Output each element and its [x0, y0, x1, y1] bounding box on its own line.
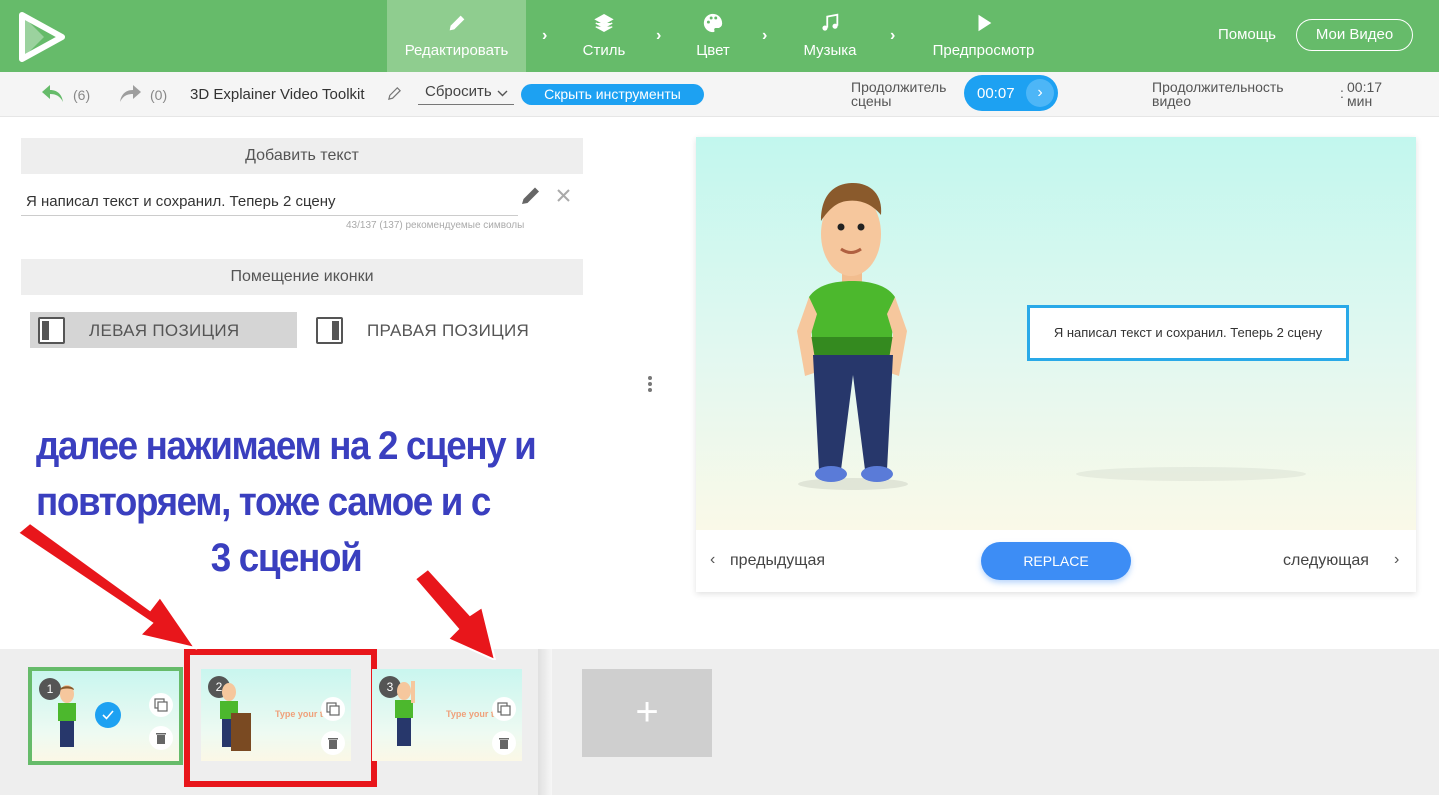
redo-count: (0)	[150, 87, 168, 103]
chevron-right-icon: ›	[890, 27, 896, 44]
hide-tools-button[interactable]: Скрыть инструменты	[521, 84, 704, 105]
pencil-icon	[449, 15, 464, 31]
chevron-right-icon: ›	[542, 27, 548, 44]
scene-preview-panel: Я написал текст и сохранил. Теперь 2 сце…	[696, 137, 1416, 592]
step-style[interactable]: Стиль	[566, 0, 642, 72]
add-text-header: Добавить текст	[21, 138, 583, 174]
timeline-divider	[538, 649, 552, 795]
character-man-icon	[797, 183, 908, 490]
scene-duration-value: 00:07	[977, 85, 1015, 102]
video-duration-value: 00:17	[1347, 79, 1383, 95]
scene-thumbnail-1[interactable]: 1	[28, 667, 183, 765]
scene-duration-control[interactable]: 00:07 ›	[964, 75, 1058, 111]
selected-check-icon	[95, 702, 121, 728]
chevron-right-icon: ›	[656, 27, 662, 44]
char-counter: 43/137 (137) рекомендуемые символы	[346, 220, 525, 231]
replace-button[interactable]: REPLACE	[981, 542, 1131, 580]
next-scene-link[interactable]: следующая	[1283, 552, 1369, 570]
floor-shadow	[1076, 467, 1306, 481]
right-position-label: ПРАВАЯ ПОЗИЦИЯ	[367, 321, 530, 340]
duplicate-scene-icon[interactable]	[321, 697, 345, 721]
icon-placement-header: Помещение иконки	[21, 259, 583, 295]
left-position-label: ЛЕВАЯ ПОЗИЦИЯ	[89, 321, 240, 340]
step-edit[interactable]: Редактировать	[387, 0, 526, 72]
pencil-icon[interactable]	[520, 186, 542, 206]
step-preview[interactable]: Предпросмотр	[920, 0, 1047, 72]
palette-icon	[703, 13, 723, 33]
step-edit-label: Редактировать	[404, 42, 509, 59]
my-videos-button[interactable]: Мои Видео	[1296, 19, 1413, 51]
step-color-label: Цвет	[696, 42, 730, 59]
music-note-icon	[822, 13, 839, 31]
clear-text-close-icon[interactable]	[556, 188, 571, 203]
scene-thumbnail-3[interactable]: 3 Type your t	[372, 669, 522, 761]
project-title[interactable]: 3D Explainer Video Toolkit	[190, 86, 365, 103]
scene-thumbnail-2[interactable]: 2 Type your t	[201, 669, 351, 761]
chevron-right-icon: ›	[1394, 551, 1400, 568]
step-music[interactable]: Музыка	[790, 0, 870, 72]
character-waving-icon	[395, 681, 415, 746]
right-position-option[interactable]: ПРАВАЯ ПОЗИЦИЯ	[308, 312, 575, 348]
duplicate-scene-icon[interactable]	[492, 697, 516, 721]
step-color[interactable]: Цвет	[680, 0, 746, 72]
step-music-label: Музыка	[803, 42, 857, 59]
right-position-icon	[316, 317, 343, 344]
app-logo-icon[interactable]	[18, 12, 66, 62]
character-podium-icon	[220, 683, 251, 751]
more-options-icon[interactable]	[647, 375, 653, 393]
scene-timeline: 1 2 Type your t 3 Type your t +	[0, 649, 1439, 795]
video-duration-separator: :	[1340, 85, 1344, 101]
scene-duration-label-2: сцены	[851, 93, 892, 109]
delete-scene-icon[interactable]	[149, 726, 173, 750]
editor-toolbar: (6) (0) 3D Explainer Video Toolkit Сброс…	[0, 72, 1439, 117]
video-duration-unit: мин	[1347, 93, 1373, 109]
scene-placeholder-text: Type your t	[446, 709, 494, 719]
video-duration-label: Продолжительность	[1152, 79, 1284, 95]
top-navigation-bar: Редактировать › Стиль › Цвет › Музыка › …	[0, 0, 1439, 72]
help-link[interactable]: Помощь	[1218, 26, 1276, 43]
chevron-left-icon: ‹	[710, 551, 716, 568]
character-man-icon	[58, 685, 76, 747]
edit-title-pencil-icon[interactable]	[387, 86, 402, 101]
chevron-right-icon[interactable]: ›	[1026, 79, 1054, 107]
left-position-icon	[38, 317, 65, 344]
step-style-label: Стиль	[582, 42, 626, 59]
undo-count: (6)	[73, 87, 91, 103]
play-icon	[978, 14, 991, 32]
duplicate-scene-icon[interactable]	[149, 693, 173, 717]
step-preview-label: Предпросмотр	[932, 42, 1035, 59]
scene-placeholder-text: Type your t	[275, 709, 323, 719]
delete-scene-icon[interactable]	[321, 731, 345, 755]
chevron-right-icon: ›	[762, 27, 768, 44]
layers-icon	[594, 13, 614, 33]
undo-icon[interactable]	[40, 83, 66, 105]
left-position-option[interactable]: ЛЕВАЯ ПОЗИЦИЯ	[30, 312, 297, 348]
preview-text-box[interactable]: Я написал текст и сохранил. Теперь 2 сце…	[1027, 305, 1349, 361]
chevron-down-icon	[497, 90, 508, 97]
scene-preview-canvas[interactable]: Я написал текст и сохранил. Теперь 2 сце…	[696, 137, 1416, 530]
scene-duration-label: Продолжитель	[851, 79, 947, 95]
reset-dropdown[interactable]: Сбросить	[418, 83, 514, 105]
video-duration-label-2: видео	[1152, 93, 1191, 109]
reset-dropdown-label: Сбросить	[425, 83, 492, 100]
annotation-line-1: далее нажимаем на 2 сцену и	[36, 424, 537, 468]
scene-text-input[interactable]	[21, 188, 518, 216]
add-scene-button[interactable]: +	[582, 669, 712, 757]
delete-scene-icon[interactable]	[492, 731, 516, 755]
red-arrow-icon	[16, 521, 497, 660]
previous-scene-link[interactable]: предыдущая	[730, 552, 825, 570]
redo-icon[interactable]	[117, 83, 143, 105]
